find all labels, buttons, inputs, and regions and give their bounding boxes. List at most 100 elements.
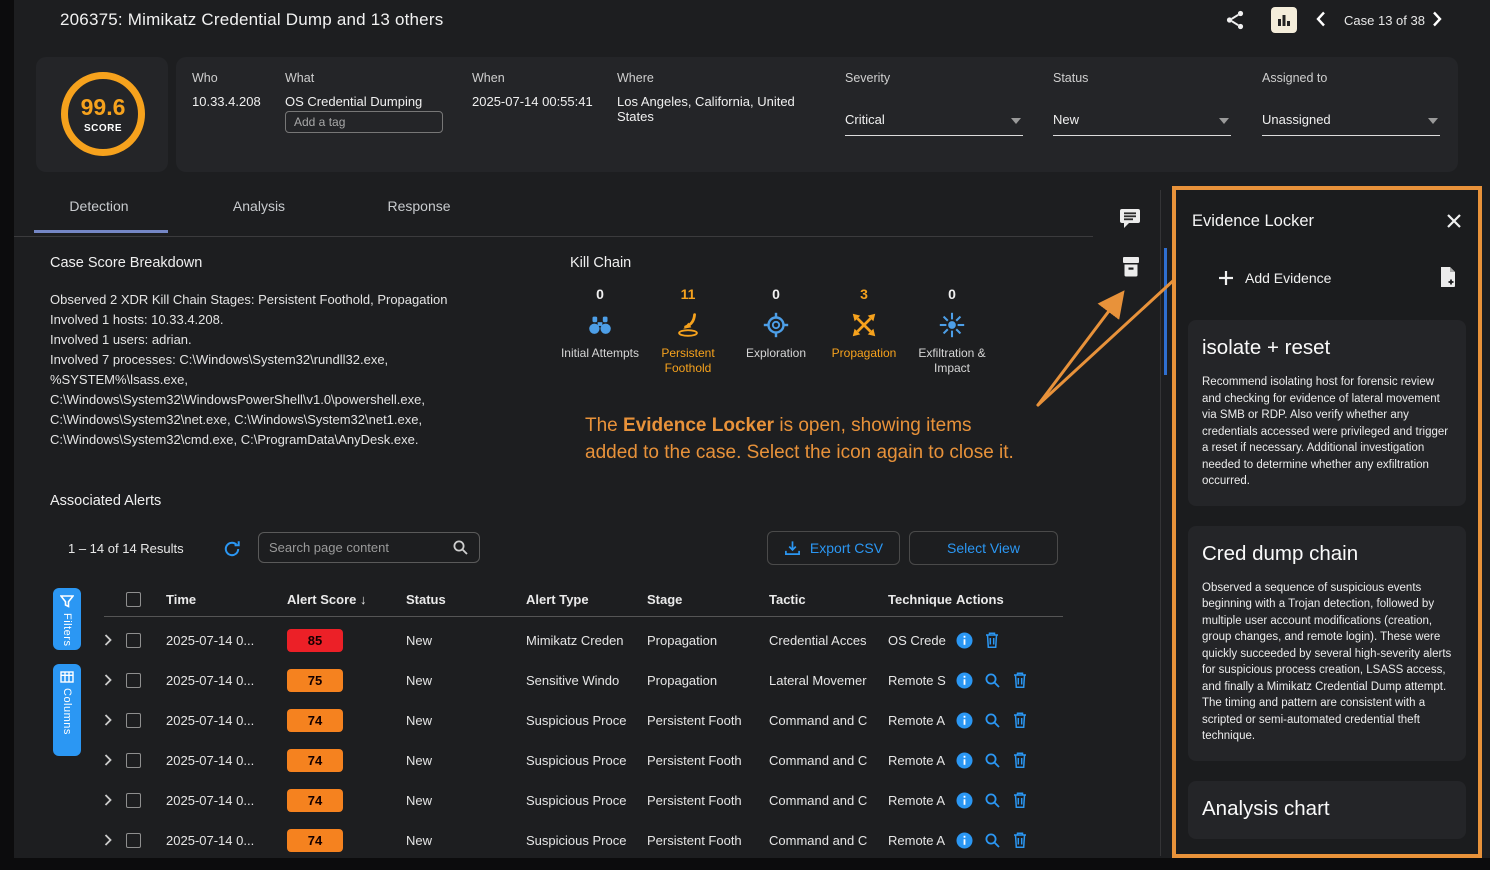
tab-detection[interactable]: Detection [34, 198, 164, 214]
evidence-cards: isolate + reset Recommend isolating host… [1188, 320, 1466, 839]
field-who: Who 10.33.4.208 [192, 71, 261, 109]
info-icon[interactable] [956, 672, 973, 689]
filter-funnel-icon [60, 595, 74, 608]
field-status-label: Status [1053, 71, 1088, 85]
expand-row-icon[interactable] [104, 834, 126, 846]
cell-technique: Remote S [888, 673, 956, 688]
expand-row-icon[interactable] [104, 714, 126, 726]
stage-persistent-foothold[interactable]: 11 Persistent Foothold [644, 286, 732, 376]
delete-icon[interactable] [1012, 791, 1028, 809]
alert-score-badge: 85 [287, 629, 343, 652]
next-case-icon[interactable] [1432, 11, 1442, 32]
target-icon [732, 308, 820, 342]
investigate-icon[interactable] [984, 832, 1001, 849]
info-icon[interactable] [956, 712, 973, 729]
cell-alert-type: Mimikatz Creden [526, 633, 647, 648]
investigate-icon[interactable] [984, 752, 1001, 769]
col-stage[interactable]: Stage [647, 592, 769, 607]
filters-button[interactable]: Filters [53, 588, 81, 650]
cell-technique: OS Crede [888, 633, 956, 648]
page-title: 206375: Mimikatz Credential Dump and 13 … [60, 10, 443, 30]
status-select[interactable]: New [1053, 112, 1231, 136]
columns-button[interactable]: Columns [53, 664, 81, 756]
delete-icon[interactable] [984, 631, 1000, 649]
chevron-down-icon [1011, 118, 1021, 124]
cell-stage: Persistent Footh [647, 793, 769, 808]
select-view-button[interactable]: Select View [909, 531, 1058, 565]
evidence-card-title: isolate + reset [1202, 336, 1452, 360]
cell-stage: Persistent Footh [647, 833, 769, 848]
evidence-locker-icon[interactable] [1120, 256, 1142, 284]
select-all-checkbox[interactable] [126, 592, 141, 607]
cell-status: New [406, 833, 526, 848]
evidence-card[interactable]: Cred dump chain Observed a sequence of s… [1188, 526, 1466, 761]
evidence-card-body: Observed a sequence of suspicious events… [1202, 580, 1452, 745]
expand-row-icon[interactable] [104, 754, 126, 766]
investigate-icon[interactable] [984, 672, 1001, 689]
chart-view-button[interactable] [1271, 7, 1297, 33]
prev-case-icon[interactable] [1316, 11, 1326, 32]
field-severity-label: Severity [845, 71, 890, 85]
add-tag-input[interactable] [285, 111, 443, 133]
tab-analysis[interactable]: Analysis [194, 198, 324, 214]
col-alert-score[interactable]: Alert Score ↓ [287, 592, 406, 607]
row-checkbox[interactable] [126, 713, 141, 728]
stage-initial-attempts[interactable]: 0 Initial Attempts [556, 286, 644, 376]
col-technique[interactable]: Technique [888, 592, 956, 607]
expand-row-icon[interactable] [104, 634, 126, 646]
row-checkbox[interactable] [126, 753, 141, 768]
expand-row-icon[interactable] [104, 674, 126, 686]
export-csv-button[interactable]: Export CSV [767, 531, 900, 565]
delete-icon[interactable] [1012, 711, 1028, 729]
results-count: 1 – 14 of 14 Results [68, 541, 184, 556]
evidence-card[interactable]: Analysis chart [1188, 781, 1466, 839]
search-input[interactable] [269, 540, 452, 555]
close-icon[interactable] [1446, 213, 1462, 234]
field-what: What OS Credential Dumping [285, 71, 422, 109]
search-icon[interactable] [452, 539, 469, 556]
stage-exfiltration-impact[interactable]: 0 Exfiltration & Impact [908, 286, 996, 376]
delete-icon[interactable] [1012, 671, 1028, 689]
file-plus-icon[interactable] [1438, 266, 1458, 293]
stage-propagation[interactable]: 3 Propagation [820, 286, 908, 376]
evidence-card[interactable]: isolate + reset Recommend isolating host… [1188, 320, 1466, 506]
expand-row-icon[interactable] [104, 794, 126, 806]
col-time[interactable]: Time [166, 592, 287, 607]
alerts-table-header: Time Alert Score ↓ Status Alert Type Sta… [104, 585, 1062, 613]
assigned-select[interactable]: Unassigned [1262, 112, 1440, 136]
tab-response[interactable]: Response [354, 198, 484, 214]
delete-icon[interactable] [1012, 751, 1028, 769]
score-circle: 99.6 SCORE [61, 72, 145, 156]
share-icon[interactable] [1224, 9, 1246, 36]
scrollbar-thumb[interactable] [1164, 248, 1167, 375]
field-when: When 2025-07-14 00:55:41 [472, 71, 593, 109]
cell-tactic: Command and C [769, 833, 888, 848]
comments-icon[interactable] [1118, 208, 1142, 235]
info-icon[interactable] [956, 832, 973, 849]
cell-alert-type: Suspicious Proce [526, 833, 647, 848]
add-evidence-button[interactable]: Add Evidence [1218, 270, 1331, 286]
where-value: Los Angeles, California, United States [617, 94, 807, 124]
refresh-icon[interactable] [223, 540, 241, 563]
col-status[interactable]: Status [406, 592, 526, 607]
info-icon[interactable] [956, 632, 973, 649]
info-icon[interactable] [956, 792, 973, 809]
row-checkbox[interactable] [126, 793, 141, 808]
associated-alerts-title: Associated Alerts [50, 493, 161, 509]
col-tactic[interactable]: Tactic [769, 592, 888, 607]
info-icon[interactable] [956, 752, 973, 769]
row-checkbox[interactable] [126, 833, 141, 848]
stage-exploration[interactable]: 0 Exploration [732, 286, 820, 376]
delete-icon[interactable] [1012, 831, 1028, 849]
investigate-icon[interactable] [984, 712, 1001, 729]
severity-select[interactable]: Critical [845, 112, 1023, 136]
row-checkbox[interactable] [126, 633, 141, 648]
cell-time: 2025-07-14 0... [166, 753, 287, 768]
cell-tactic: Command and C [769, 753, 888, 768]
row-checkbox[interactable] [126, 673, 141, 688]
investigate-icon[interactable] [984, 792, 1001, 809]
chevron-down-icon [1428, 118, 1438, 124]
chevron-down-icon [1219, 118, 1229, 124]
col-alert-type[interactable]: Alert Type [526, 592, 647, 607]
case-nav-label: Case 13 of 38 [1344, 13, 1425, 28]
